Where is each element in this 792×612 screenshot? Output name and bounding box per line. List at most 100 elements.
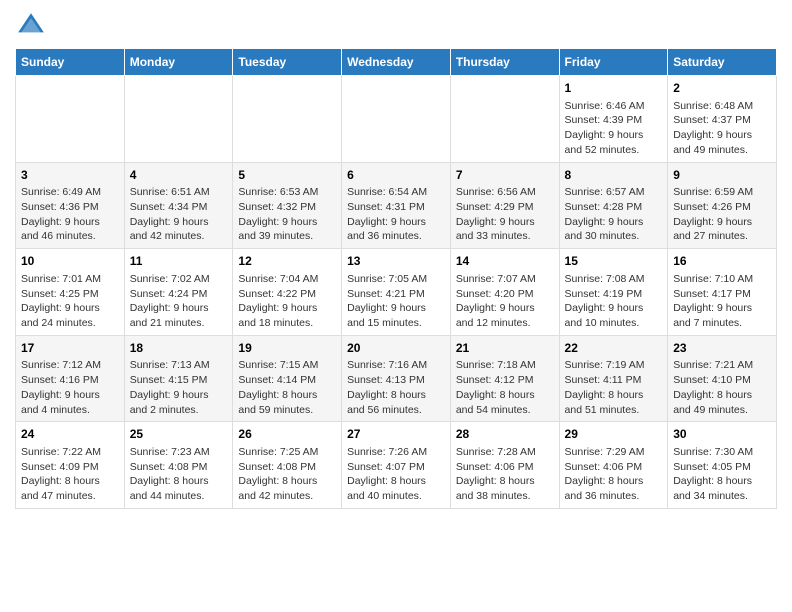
day-info: Sunrise: 7:26 AMSunset: 4:07 PMDaylight:… xyxy=(347,445,445,504)
day-number: 28 xyxy=(456,426,554,443)
calendar-cell xyxy=(450,76,559,163)
calendar-header-row: SundayMondayTuesdayWednesdayThursdayFrid… xyxy=(16,49,777,76)
day-info: Sunrise: 7:30 AMSunset: 4:05 PMDaylight:… xyxy=(673,445,771,504)
calendar-cell: 3Sunrise: 6:49 AMSunset: 4:36 PMDaylight… xyxy=(16,162,125,249)
day-info: Sunrise: 6:59 AMSunset: 4:26 PMDaylight:… xyxy=(673,185,771,244)
week-row-3: 10 Sunrise: 7:01 AMSunset: 4:25 PMDayligh… xyxy=(16,249,777,336)
day-number: 20 xyxy=(347,340,445,357)
day-number: 13 xyxy=(347,253,445,270)
day-info: Sunrise: 7:02 AMSunset: 4:24 PMDaylight:… xyxy=(130,272,228,331)
day-number: 10 xyxy=(21,253,119,270)
day-info: Sunrise: 7:01 AMSunset: 4:25 PMDaylight:… xyxy=(21,272,119,331)
logo xyxy=(15,10,51,42)
day-info: Sunrise: 6:53 AMSunset: 4:32 PMDaylight:… xyxy=(238,185,336,244)
day-number: 1 xyxy=(565,80,663,97)
day-info: Sunrise: 6:56 AMSunset: 4:29 PMDaylight:… xyxy=(456,185,554,244)
day-info: Sunrise: 6:51 AMSunset: 4:34 PMDaylight:… xyxy=(130,185,228,244)
calendar-cell: 22Sunrise: 7:19 AMSunset: 4:11 PMDayligh… xyxy=(559,335,668,422)
day-info: Sunrise: 6:57 AMSunset: 4:28 PMDaylight:… xyxy=(565,185,663,244)
calendar-cell: 7Sunrise: 6:56 AMSunset: 4:29 PMDaylight… xyxy=(450,162,559,249)
calendar-cell: 25Sunrise: 7:23 AMSunset: 4:08 PMDayligh… xyxy=(124,422,233,509)
day-number: 12 xyxy=(238,253,336,270)
day-info: Sunrise: 6:49 AMSunset: 4:36 PMDaylight:… xyxy=(21,185,119,244)
calendar-cell: 10 Sunrise: 7:01 AMSunset: 4:25 PMDayligh… xyxy=(16,249,125,336)
calendar-cell: 11 Sunrise: 7:02 AMSunset: 4:24 PMDayligh… xyxy=(124,249,233,336)
day-number: 25 xyxy=(130,426,228,443)
calendar-cell: 26 Sunrise: 7:25 AMSunset: 4:08 PMDayligh… xyxy=(233,422,342,509)
day-number: 9 xyxy=(673,167,771,184)
calendar-cell xyxy=(16,76,125,163)
day-info: Sunrise: 7:05 AMSunset: 4:21 PMDaylight:… xyxy=(347,272,445,331)
day-number: 19 xyxy=(238,340,336,357)
day-info: Sunrise: 7:22 AMSunset: 4:09 PMDaylight:… xyxy=(21,445,119,504)
week-row-5: 24 Sunrise: 7:22 AMSunset: 4:09 PMDayligh… xyxy=(16,422,777,509)
day-number: 7 xyxy=(456,167,554,184)
calendar-cell: 30 Sunrise: 7:30 AMSunset: 4:05 PMDayligh… xyxy=(668,422,777,509)
day-number: 30 xyxy=(673,426,771,443)
day-number: 24 xyxy=(21,426,119,443)
day-info: Sunrise: 6:46 AMSunset: 4:39 PMDaylight:… xyxy=(565,99,663,158)
calendar-cell xyxy=(233,76,342,163)
calendar-cell: 5Sunrise: 6:53 AMSunset: 4:32 PMDaylight… xyxy=(233,162,342,249)
calendar-cell: 1 Sunrise: 6:46 AMSunset: 4:39 PMDaylight… xyxy=(559,76,668,163)
day-number: 14 xyxy=(456,253,554,270)
day-info: Sunrise: 7:15 AMSunset: 4:14 PMDaylight:… xyxy=(238,358,336,417)
day-number: 26 xyxy=(238,426,336,443)
day-info: Sunrise: 7:13 AMSunset: 4:15 PMDaylight:… xyxy=(130,358,228,417)
calendar-cell xyxy=(342,76,451,163)
day-info: Sunrise: 7:25 AMSunset: 4:08 PMDaylight:… xyxy=(238,445,336,504)
calendar-cell: 19Sunrise: 7:15 AMSunset: 4:14 PMDayligh… xyxy=(233,335,342,422)
page-header xyxy=(15,10,777,42)
day-number: 6 xyxy=(347,167,445,184)
day-info: Sunrise: 7:12 AMSunset: 4:16 PMDaylight:… xyxy=(21,358,119,417)
calendar-cell: 2Sunrise: 6:48 AMSunset: 4:37 PMDaylight… xyxy=(668,76,777,163)
day-info: Sunrise: 7:04 AMSunset: 4:22 PMDaylight:… xyxy=(238,272,336,331)
day-header-thursday: Thursday xyxy=(450,49,559,76)
calendar-cell: 28 Sunrise: 7:28 AMSunset: 4:06 PMDayligh… xyxy=(450,422,559,509)
day-number: 16 xyxy=(673,253,771,270)
calendar-cell: 17Sunrise: 7:12 AMSunset: 4:16 PMDayligh… xyxy=(16,335,125,422)
day-number: 4 xyxy=(130,167,228,184)
day-info: Sunrise: 7:18 AMSunset: 4:12 PMDaylight:… xyxy=(456,358,554,417)
calendar-cell: 6Sunrise: 6:54 AMSunset: 4:31 PMDaylight… xyxy=(342,162,451,249)
calendar-cell: 9Sunrise: 6:59 AMSunset: 4:26 PMDaylight… xyxy=(668,162,777,249)
calendar-cell: 29Sunrise: 7:29 AMSunset: 4:06 PMDayligh… xyxy=(559,422,668,509)
calendar-cell: 18Sunrise: 7:13 AMSunset: 4:15 PMDayligh… xyxy=(124,335,233,422)
day-number: 18 xyxy=(130,340,228,357)
calendar-cell: 20Sunrise: 7:16 AMSunset: 4:13 PMDayligh… xyxy=(342,335,451,422)
calendar-cell: 4Sunrise: 6:51 AMSunset: 4:34 PMDaylight… xyxy=(124,162,233,249)
logo-icon xyxy=(15,10,47,42)
day-number: 11 xyxy=(130,253,228,270)
calendar-cell: 24 Sunrise: 7:22 AMSunset: 4:09 PMDayligh… xyxy=(16,422,125,509)
day-info: Sunrise: 7:08 AMSunset: 4:19 PMDaylight:… xyxy=(565,272,663,331)
day-info: Sunrise: 6:54 AMSunset: 4:31 PMDaylight:… xyxy=(347,185,445,244)
calendar-cell: 8Sunrise: 6:57 AMSunset: 4:28 PMDaylight… xyxy=(559,162,668,249)
day-info: Sunrise: 7:19 AMSunset: 4:11 PMDaylight:… xyxy=(565,358,663,417)
day-number: 5 xyxy=(238,167,336,184)
week-row-1: 1 Sunrise: 6:46 AMSunset: 4:39 PMDaylight… xyxy=(16,76,777,163)
day-header-tuesday: Tuesday xyxy=(233,49,342,76)
day-info: Sunrise: 7:10 AMSunset: 4:17 PMDaylight:… xyxy=(673,272,771,331)
calendar-cell: 27Sunrise: 7:26 AMSunset: 4:07 PMDayligh… xyxy=(342,422,451,509)
day-number: 21 xyxy=(456,340,554,357)
calendar-cell: 21Sunrise: 7:18 AMSunset: 4:12 PMDayligh… xyxy=(450,335,559,422)
day-info: Sunrise: 6:48 AMSunset: 4:37 PMDaylight:… xyxy=(673,99,771,158)
day-number: 22 xyxy=(565,340,663,357)
day-number: 15 xyxy=(565,253,663,270)
calendar-cell: 13 Sunrise: 7:05 AMSunset: 4:21 PMDayligh… xyxy=(342,249,451,336)
calendar-table: SundayMondayTuesdayWednesdayThursdayFrid… xyxy=(15,48,777,509)
calendar-cell: 16 Sunrise: 7:10 AMSunset: 4:17 PMDayligh… xyxy=(668,249,777,336)
day-header-friday: Friday xyxy=(559,49,668,76)
day-header-wednesday: Wednesday xyxy=(342,49,451,76)
calendar-cell xyxy=(124,76,233,163)
calendar-cell: 23Sunrise: 7:21 AMSunset: 4:10 PMDayligh… xyxy=(668,335,777,422)
day-header-monday: Monday xyxy=(124,49,233,76)
day-number: 23 xyxy=(673,340,771,357)
week-row-2: 3Sunrise: 6:49 AMSunset: 4:36 PMDaylight… xyxy=(16,162,777,249)
day-info: Sunrise: 7:21 AMSunset: 4:10 PMDaylight:… xyxy=(673,358,771,417)
day-number: 29 xyxy=(565,426,663,443)
day-header-saturday: Saturday xyxy=(668,49,777,76)
calendar-cell: 14Sunrise: 7:07 AMSunset: 4:20 PMDayligh… xyxy=(450,249,559,336)
day-info: Sunrise: 7:28 AMSunset: 4:06 PMDaylight:… xyxy=(456,445,554,504)
calendar-cell: 15 Sunrise: 7:08 AMSunset: 4:19 PMDayligh… xyxy=(559,249,668,336)
